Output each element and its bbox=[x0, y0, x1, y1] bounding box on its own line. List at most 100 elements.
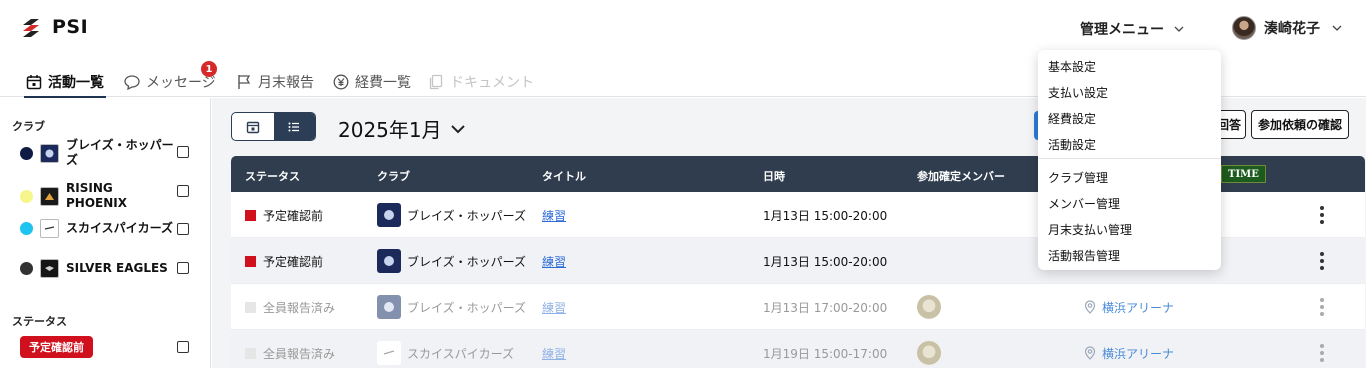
documents-icon bbox=[429, 74, 443, 89]
status-text: 全員報告済み bbox=[263, 300, 336, 315]
month-selector[interactable]: 2025年1月 bbox=[338, 114, 466, 143]
status-cell: 予定確認前 bbox=[245, 192, 323, 238]
status-text: 予定確認前 bbox=[263, 254, 324, 269]
location-pin-icon bbox=[1084, 300, 1096, 314]
column-header-title: タイトル bbox=[542, 170, 586, 183]
club-cell: スカイスパイカーズ bbox=[377, 330, 514, 368]
club-checkbox[interactable] bbox=[177, 223, 189, 235]
club-name: ブレイズ・ホッパーズ bbox=[407, 208, 527, 223]
row-menu-button[interactable] bbox=[1320, 192, 1324, 238]
view-toggle bbox=[231, 112, 316, 141]
status-checkbox[interactable] bbox=[177, 341, 189, 353]
more-vertical-icon bbox=[1320, 298, 1324, 316]
logo-text: PSI bbox=[52, 16, 89, 38]
status-heading: ステータス bbox=[12, 315, 67, 328]
activity-title-link[interactable]: 練習 bbox=[542, 253, 566, 270]
clubs-heading: クラブ bbox=[12, 120, 45, 133]
member-cell bbox=[917, 330, 941, 368]
menu-item-activity-report-management[interactable]: 活動報告管理 bbox=[1048, 247, 1120, 264]
club-name: RISING PHOENIX bbox=[66, 181, 127, 210]
tab-activity-list[interactable]: 活動一覧 bbox=[24, 67, 106, 98]
app-logo[interactable]: PSI bbox=[20, 16, 88, 38]
table-row[interactable]: 全員報告済み ブレイズ・ホッパーズ 練習 1月13日 17:00-20:00 横… bbox=[231, 284, 1365, 330]
club-name: ブレイズ・ホッパーズ bbox=[66, 138, 174, 167]
user-menu[interactable]: 湊崎花子 bbox=[1232, 16, 1342, 40]
club-checkbox[interactable] bbox=[177, 185, 189, 197]
menu-item-expense-settings[interactable]: 経費設定 bbox=[1048, 110, 1096, 127]
tab-expenses[interactable]: 経費一覧 bbox=[333, 67, 411, 96]
menu-divider bbox=[1038, 158, 1221, 159]
location-text: 横浜アリーナ bbox=[1102, 300, 1175, 315]
column-header-club: クラブ bbox=[377, 170, 410, 183]
more-vertical-icon bbox=[1320, 252, 1324, 270]
club-cell: ブレイズ・ホッパーズ bbox=[377, 284, 526, 330]
tab-documents: ドキュメント bbox=[428, 67, 534, 96]
club-cell: ブレイズ・ホッパーズ bbox=[377, 238, 526, 284]
title-cell: 練習 bbox=[542, 284, 566, 330]
datetime-cell: 1月13日 17:00-20:00 bbox=[763, 300, 888, 315]
status-cell: 全員報告済み bbox=[245, 330, 335, 368]
status-square bbox=[245, 301, 256, 313]
user-name: 湊崎花子 bbox=[1264, 21, 1320, 37]
calendar-view-button[interactable] bbox=[232, 113, 274, 140]
status-text: 予定確認前 bbox=[263, 208, 324, 223]
menu-item-payment-settings[interactable]: 支払い設定 bbox=[1048, 84, 1108, 101]
location-cell: 横浜アリーナ bbox=[1084, 330, 1174, 368]
member-avatar[interactable] bbox=[917, 341, 941, 365]
row-menu-button[interactable] bbox=[1320, 284, 1324, 330]
club-logo bbox=[377, 249, 401, 273]
list-view-button[interactable] bbox=[273, 113, 315, 140]
status-cell: 予定確認前 bbox=[245, 238, 323, 284]
column-header-status: ステータス bbox=[245, 170, 300, 183]
club-logo bbox=[40, 143, 59, 163]
confirm-requests-button[interactable]: 参加依頼の確認 bbox=[1251, 110, 1349, 139]
avatar bbox=[1232, 16, 1256, 40]
title-cell: 練習 bbox=[542, 330, 566, 368]
club-checkbox[interactable] bbox=[177, 262, 189, 274]
menu-item-basic-settings[interactable]: 基本設定 bbox=[1048, 58, 1096, 75]
menu-item-club-management[interactable]: クラブ管理 bbox=[1048, 169, 1108, 186]
location-cell: 横浜アリーナ bbox=[1084, 284, 1174, 330]
club-color-dot bbox=[20, 146, 33, 160]
more-vertical-icon bbox=[1320, 206, 1324, 224]
chevron-down-icon bbox=[1174, 26, 1184, 32]
menu-item-activity-settings[interactable]: 活動設定 bbox=[1048, 136, 1096, 153]
club-logo bbox=[40, 259, 59, 278]
status-text: 全員報告済み bbox=[263, 346, 336, 361]
status-cell: 全員報告済み bbox=[245, 284, 335, 330]
activity-title-link[interactable]: 練習 bbox=[542, 345, 566, 362]
menu-item-monthly-payment-management[interactable]: 月末支払い管理 bbox=[1048, 221, 1132, 238]
activity-title-link[interactable]: 練習 bbox=[542, 207, 566, 224]
club-filter-item[interactable]: スカイスパイカーズ bbox=[20, 219, 190, 238]
time-badge: TIME bbox=[1221, 165, 1266, 183]
datetime-cell: 1月13日 15:00-20:00 bbox=[763, 208, 888, 223]
activity-title-link[interactable]: 練習 bbox=[542, 299, 566, 316]
row-menu-button[interactable] bbox=[1320, 330, 1324, 368]
title-cell: 練習 bbox=[542, 238, 566, 284]
tab-monthly-report[interactable]: 月末報告 bbox=[236, 67, 314, 96]
location-text: 横浜アリーナ bbox=[1102, 346, 1175, 361]
column-header-datetime: 日時 bbox=[763, 170, 785, 183]
member-avatar[interactable] bbox=[917, 295, 941, 319]
club-color-dot bbox=[20, 222, 33, 235]
menu-item-member-management[interactable]: メンバー管理 bbox=[1048, 195, 1120, 212]
club-name: スカイスパイカーズ bbox=[66, 221, 174, 235]
club-checkbox[interactable] bbox=[177, 146, 189, 158]
datetime-cell: 1月13日 15:00-20:00 bbox=[763, 254, 888, 269]
admin-menu-toggle[interactable]: 管理メニュー bbox=[1080, 19, 1184, 39]
table-row[interactable]: 全員報告済み スカイスパイカーズ 練習 1月19日 15:00-17:00 横浜… bbox=[231, 330, 1365, 368]
status-filter-pill[interactable]: 予定確認前 bbox=[20, 336, 93, 358]
filter-sidebar: クラブ ブレイズ・ホッパーズ RISING PHOENIX スカイスパイカーズ … bbox=[0, 98, 211, 368]
chat-bubble-icon bbox=[124, 74, 140, 90]
club-color-dot bbox=[20, 189, 33, 203]
row-menu-button[interactable] bbox=[1320, 238, 1324, 284]
club-name: ブレイズ・ホッパーズ bbox=[407, 254, 527, 269]
club-filter-item[interactable]: RISING PHOENIX bbox=[20, 181, 190, 211]
club-filter-item[interactable]: SILVER EAGLES bbox=[20, 259, 190, 278]
member-cell bbox=[917, 284, 941, 330]
datetime-cell: 1月19日 15:00-17:00 bbox=[763, 346, 888, 361]
tab-label: ドキュメント bbox=[450, 74, 534, 91]
title-cell: 練習 bbox=[542, 192, 566, 238]
club-filter-item[interactable]: ブレイズ・ホッパーズ bbox=[20, 138, 190, 168]
club-logo bbox=[377, 203, 401, 227]
